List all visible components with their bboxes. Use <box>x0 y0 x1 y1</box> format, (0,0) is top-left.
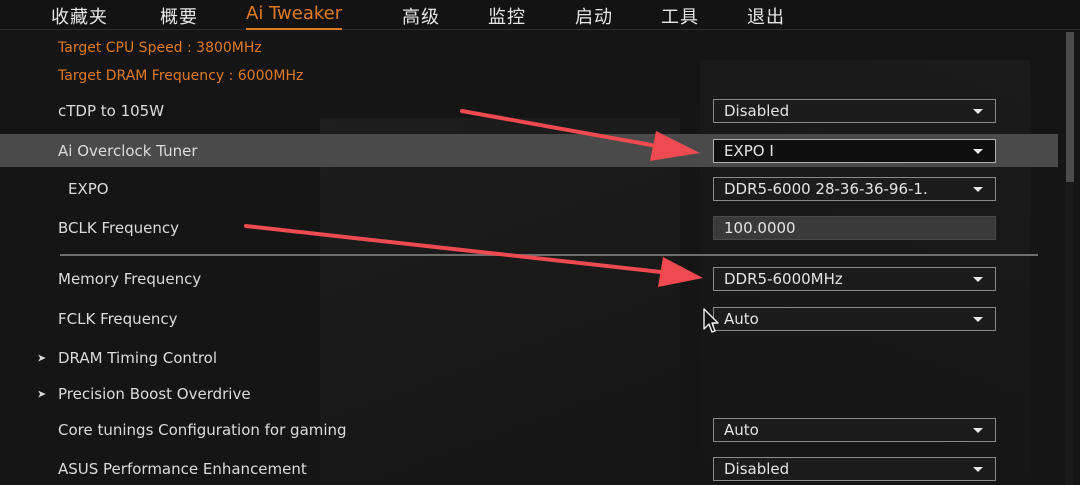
ai-overclock-tuner-dropdown[interactable]: EXPO I <box>713 138 996 163</box>
target-dram-frequency: Target DRAM Frequency : 6000MHz <box>58 68 304 84</box>
core-tunings-dropdown[interactable]: Auto <box>713 418 996 442</box>
asus-performance-enhancement-dropdown[interactable]: Disabled <box>713 456 996 481</box>
ctdp-value: Disabled <box>724 102 790 120</box>
tab-tool[interactable]: 工具 <box>661 3 699 28</box>
caret-down-icon <box>973 148 983 154</box>
memory-frequency-dropdown[interactable]: DDR5-6000MHz <box>713 267 996 291</box>
fclk-frequency-value: Auto <box>724 310 759 328</box>
caret-down-icon <box>973 317 983 322</box>
tab-monitor[interactable]: 监控 <box>488 3 526 28</box>
target-dram-frequency-row: Target DRAM Frequency : 6000MHz <box>0 65 1058 87</box>
tab-boot[interactable]: 启动 <box>575 3 613 28</box>
fclk-frequency-dropdown[interactable]: Auto <box>713 307 996 331</box>
ctdp-dropdown[interactable]: Disabled <box>713 99 996 123</box>
core-tunings-label: Core tunings Configuration for gaming <box>58 421 347 439</box>
bclk-frequency-row[interactable]: BCLK Frequency 100.0000 <box>0 211 1058 245</box>
target-cpu-speed: Target CPU Speed : 3800MHz <box>58 40 262 56</box>
right-arrow-icon: ➤ <box>37 387 47 401</box>
precision-boost-overdrive-item[interactable]: ➤ Precision Boost Overdrive <box>0 378 1058 410</box>
caret-down-icon <box>973 187 983 192</box>
memory-frequency-label: Memory Frequency <box>58 270 202 288</box>
tab-favorites[interactable]: 收藏夹 <box>51 3 108 28</box>
fclk-frequency-row[interactable]: FCLK Frequency Auto <box>0 302 1058 336</box>
precision-boost-overdrive-label: Precision Boost Overdrive <box>58 385 251 403</box>
caret-down-icon <box>973 277 983 282</box>
tab-advanced[interactable]: 高级 <box>402 3 440 28</box>
fclk-frequency-label: FCLK Frequency <box>58 310 178 328</box>
ai-overclock-tuner-value: EXPO I <box>724 141 774 160</box>
expo-dropdown[interactable]: DDR5-6000 28-36-36-96-1. <box>713 177 996 201</box>
asus-performance-enhancement-row[interactable]: ASUS Performance Enhancement Disabled <box>0 452 1058 485</box>
caret-down-icon <box>973 428 983 433</box>
ctdp-label: cTDP to 105W <box>58 102 165 120</box>
core-tunings-row[interactable]: Core tunings Configuration for gaming Au… <box>0 413 1058 447</box>
mouse-pointer-icon <box>703 308 719 333</box>
dram-timing-control-item[interactable]: ➤ DRAM Timing Control <box>0 342 1058 374</box>
tab-overview[interactable]: 概要 <box>160 3 198 28</box>
scrollbar-thumb[interactable] <box>1066 32 1074 182</box>
memory-frequency-row[interactable]: Memory Frequency DDR5-6000MHz <box>0 262 1058 296</box>
expo-label: EXPO <box>68 180 109 198</box>
right-arrow-icon: ➤ <box>37 351 47 365</box>
caret-down-icon <box>973 109 983 114</box>
tab-ai-tweaker[interactable]: Ai Tweaker <box>246 3 343 30</box>
section-divider <box>60 254 1038 256</box>
asus-performance-enhancement-label: ASUS Performance Enhancement <box>58 459 307 478</box>
bios-window: 收藏夹 概要 Ai Tweaker 高级 监控 启动 工具 退出 Target … <box>0 0 1080 485</box>
expo-value: DDR5-6000 28-36-36-96-1. <box>724 180 928 198</box>
ai-overclock-tuner-label: Ai Overclock Tuner <box>58 141 198 160</box>
bclk-frequency-label: BCLK Frequency <box>58 219 179 237</box>
dram-timing-control-label: DRAM Timing Control <box>58 349 218 367</box>
ai-overclock-tuner-row[interactable]: Ai Overclock Tuner EXPO I <box>0 134 1058 167</box>
caret-down-icon <box>973 466 983 472</box>
expo-row[interactable]: EXPO DDR5-6000 28-36-36-96-1. <box>0 172 1058 206</box>
core-tunings-value: Auto <box>724 421 759 439</box>
memory-frequency-value: DDR5-6000MHz <box>724 270 843 288</box>
scrollbar[interactable] <box>1066 32 1074 485</box>
tab-exit[interactable]: 退出 <box>747 3 785 28</box>
asus-performance-enhancement-value: Disabled <box>724 459 790 478</box>
ctdp-row[interactable]: cTDP to 105W Disabled <box>0 94 1058 128</box>
menu-tab-bar: 收藏夹 概要 Ai Tweaker 高级 监控 启动 工具 退出 <box>0 0 1080 30</box>
bclk-frequency-field[interactable]: 100.0000 <box>713 216 996 240</box>
target-cpu-speed-row: Target CPU Speed : 3800MHz <box>0 37 1058 59</box>
